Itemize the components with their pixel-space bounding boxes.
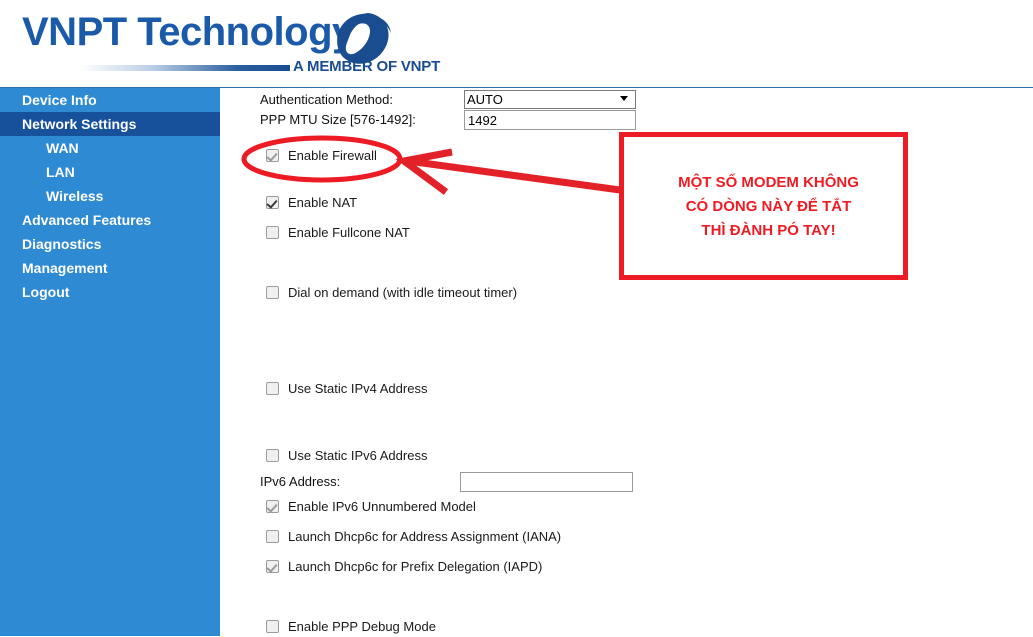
logo-subtitle-row: A MEMBER OF VNPT [80,58,440,78]
ppp-mtu-label: PPP MTU Size [576-1492]: [260,112,416,127]
use-static-ipv6-label: Use Static IPv6 Address [288,448,428,463]
logo-gradient-bar [80,65,290,71]
sidebar-item-logout[interactable]: Logout [0,280,220,304]
use-static-ipv6-checkbox[interactable] [266,449,279,462]
sidebar-item-network-settings[interactable]: Network Settings [0,112,220,136]
enable-nat-label: Enable NAT [288,195,358,210]
enable-firewall-label: Enable Firewall [288,148,377,163]
sidebar-nav: Device Info Network Settings WAN LAN Wir… [0,88,220,636]
sidebar-item-lan[interactable]: LAN [0,160,220,184]
sidebar-item-device-info[interactable]: Device Info [0,88,220,112]
use-static-ipv4-label: Use Static IPv4 Address [288,381,428,396]
wan-settings-form: Authentication Method: AUTO PPP MTU Size… [220,88,1033,636]
sidebar-item-advanced-features[interactable]: Advanced Features [0,208,220,232]
ipv6-address-input[interactable] [460,472,633,492]
ppp-mtu-row: PPP MTU Size [576-1492]: [260,110,640,130]
ipv6-address-row: IPv6 Address: [260,472,640,492]
enable-nat-checkbox[interactable] [266,196,279,209]
launch-dhcp6c-iapd-label: Launch Dhcp6c for Prefix Delegation (IAP… [288,559,543,574]
enable-firewall-checkbox[interactable] [266,149,279,162]
use-static-ipv4-checkbox[interactable] [266,382,279,395]
launch-dhcp6c-iana-label: Launch Dhcp6c for Address Assignment (IA… [288,529,562,544]
sidebar-item-management[interactable]: Management [0,256,220,280]
page-header: VNPT Technology A MEMBER OF VNPT [0,0,1033,88]
launch-dhcp6c-iana-checkbox[interactable] [266,530,279,543]
auth-method-label: Authentication Method: [260,92,393,107]
auth-method-row: Authentication Method: AUTO [260,90,640,110]
logo-wordmark: VNPT Technology [22,10,354,54]
sidebar-item-wireless[interactable]: Wireless [0,184,220,208]
dial-on-demand-label: Dial on demand (with idle timeout timer) [288,285,518,300]
enable-ipv6-unnumbered-label: Enable IPv6 Unnumbered Model [288,499,476,514]
sidebar-item-diagnostics[interactable]: Diagnostics [0,232,220,256]
enable-ipv6-unnumbered-checkbox[interactable] [266,500,279,513]
ipv6-address-label: IPv6 Address: [260,474,341,489]
sidebar-item-wan[interactable]: WAN [0,136,220,160]
enable-fullcone-nat-label: Enable Fullcone NAT [288,225,410,240]
dial-on-demand-checkbox[interactable] [266,286,279,299]
enable-fullcone-nat-checkbox[interactable] [266,226,279,239]
enable-ppp-debug-checkbox[interactable] [266,620,279,633]
launch-dhcp6c-iapd-checkbox[interactable] [266,560,279,573]
ppp-mtu-input[interactable] [464,110,636,130]
logo-subtitle: A MEMBER OF VNPT [293,58,441,75]
enable-ppp-debug-label: Enable PPP Debug Mode [288,619,436,634]
auth-method-select[interactable]: AUTO [464,90,636,109]
